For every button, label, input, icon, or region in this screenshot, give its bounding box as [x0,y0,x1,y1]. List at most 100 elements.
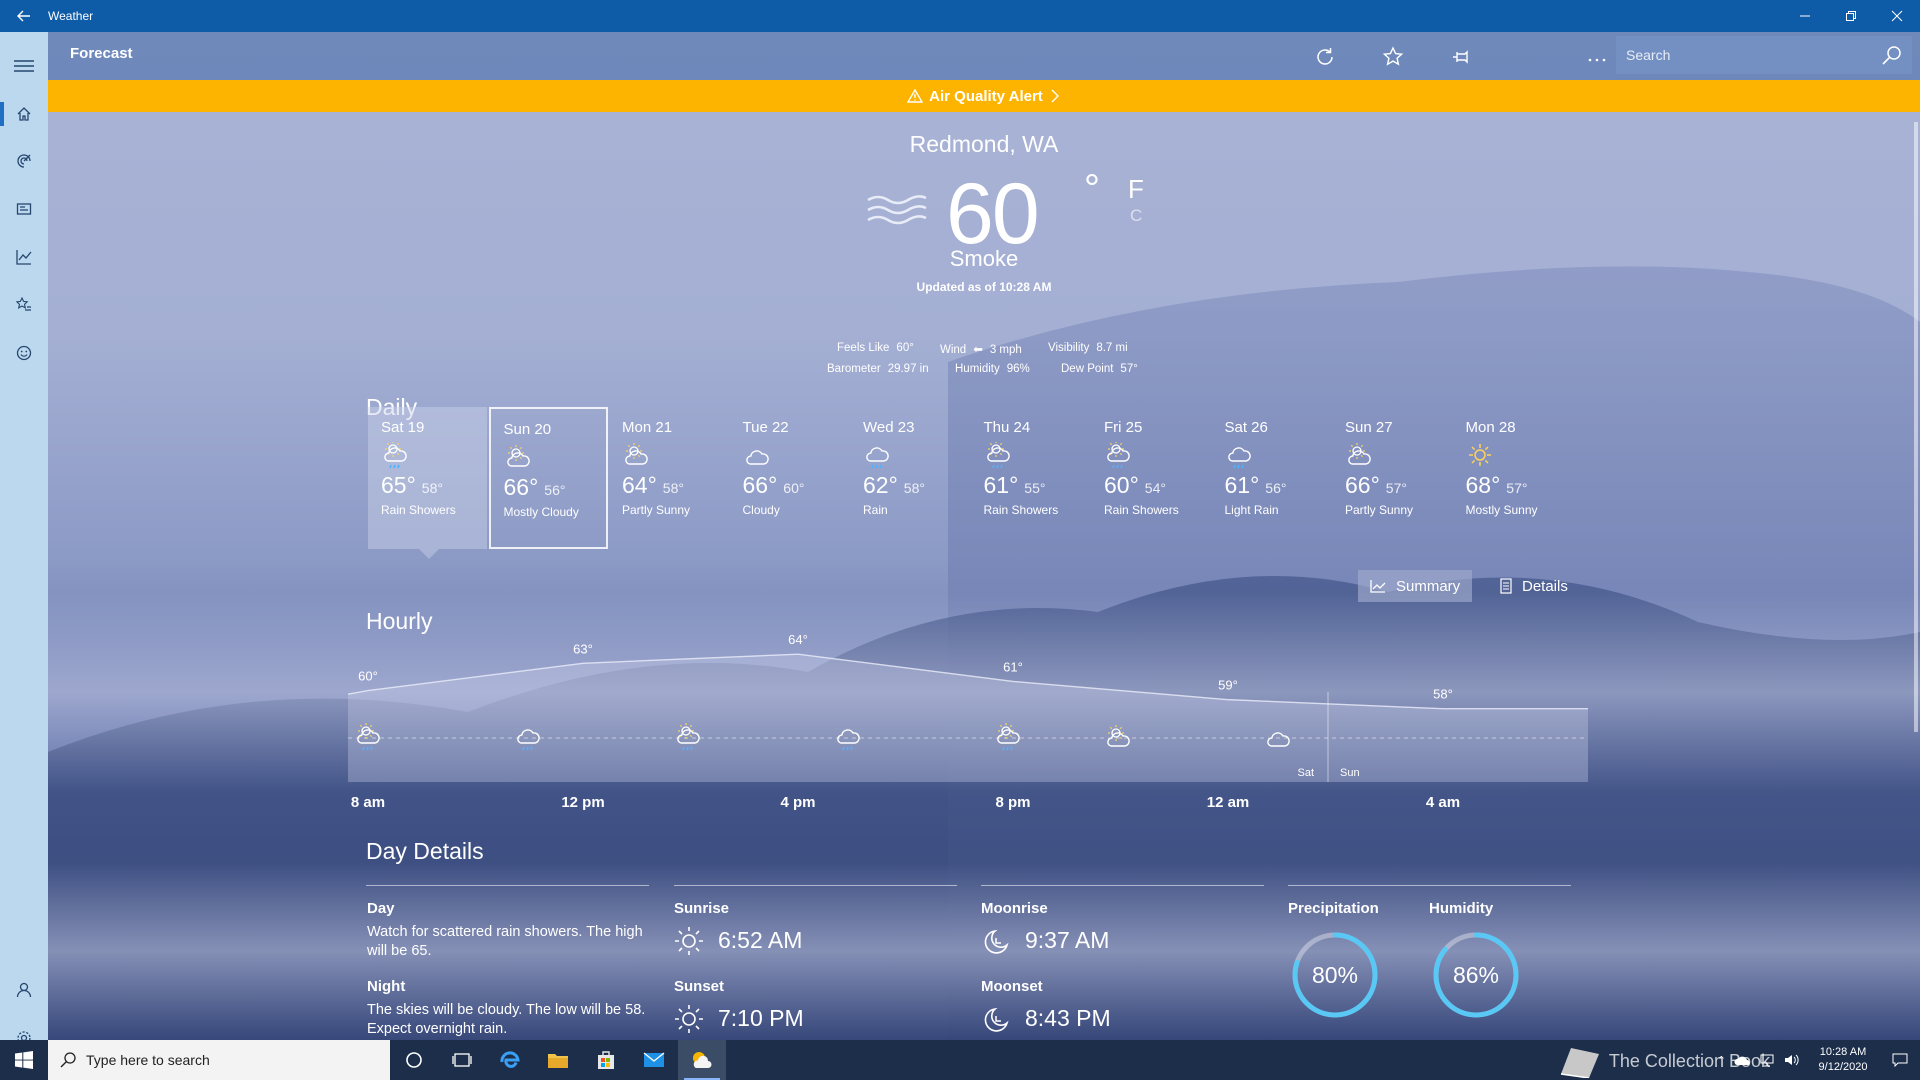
moon-icon [1527,49,1535,65]
day-card[interactable]: Wed 23 62° 58° Rain [850,407,969,549]
hour-temp-label: 58° [1433,687,1453,702]
hourly-chart: 60° 63° 64° 61° 59° 58° Sat Sun [348,632,1588,782]
clock[interactable]: 10:28 AM 9/12/2020 [1806,1045,1880,1075]
back-button[interactable] [0,0,48,32]
summary-toggle[interactable]: Summary [1358,570,1473,602]
nav-news[interactable] [0,187,48,231]
chart-icon [1370,580,1386,593]
edge-icon [500,1051,520,1068]
air-quality-alert-banner[interactable]: Air Quality Alert [48,80,1920,112]
day-date: Fri 25 [1104,419,1143,436]
day-card[interactable]: Fri 25 60° 54° Rain Showers [1091,407,1210,549]
restore-button[interactable] [1828,0,1874,32]
dew-point-value: 57° [1120,363,1138,375]
mail-icon [643,1052,665,1067]
day-card[interactable]: Sun 20 66° 56° Mostly Cloudy [488,407,608,549]
day-card[interactable]: Sun 27 66° 57° Partly Sunny [1332,407,1451,549]
day-card[interactable]: Sat 19 65° 58° Rain Showers [368,407,487,549]
visibility-label: Visibility [1048,342,1090,354]
humidity-value: 96% [1006,363,1030,375]
nav-maps[interactable] [0,139,48,183]
sun-icon [675,1005,703,1033]
day-temps: 66° 60° [743,472,836,499]
wind-arrow-icon: ⬅ [973,344,983,356]
day-low: 60° [783,480,805,496]
hour-temp-label: 64° [788,632,808,647]
day-card[interactable]: Mon 21 64° 58° Partly Sunny [609,407,728,549]
moonrise-label: Moonrise [981,900,1048,917]
weather-app-button[interactable] [678,1040,726,1080]
search-box[interactable] [1616,36,1912,74]
nav-historical[interactable] [0,235,48,279]
unit-fahrenheit[interactable]: F [1128,174,1144,205]
details-toggle[interactable]: Details [1488,570,1580,602]
day-temps: 60° 54° [1104,472,1197,499]
window-title: Weather [48,9,94,23]
task-view-button[interactable] [438,1040,486,1080]
hamburger-menu-button[interactable] [0,44,48,88]
more-button[interactable] [1584,44,1610,70]
day-card[interactable]: Thu 24 61° 55° Rain Showers [971,407,1090,549]
nav-forecast[interactable] [0,92,48,136]
volume-icon[interactable] [1784,1053,1800,1067]
rain-icon [1227,447,1251,469]
cortana-button[interactable] [390,1040,438,1080]
nav-account[interactable] [0,968,48,1012]
close-button[interactable] [1874,0,1920,32]
day-temps: 65° 58° [381,472,474,499]
day-card[interactable]: Sat 26 61° 56° Light Rain [1212,407,1331,549]
warning-icon [907,89,924,103]
scrollbar-thumb[interactable] [1914,122,1918,732]
day-condition: Mostly Cloudy [503,505,579,519]
day-low: 58° [662,480,684,496]
day-condition: Partly Sunny [1345,503,1414,517]
unit-celsius[interactable]: C [1130,206,1142,226]
day-condition: Rain Showers [381,503,456,517]
day-high: 61° [983,472,1019,498]
hour-time-label: 12 am [1206,794,1250,811]
sunset-label: Sunset [674,978,725,995]
temperature-area [348,654,1588,782]
sun-icon [675,927,703,955]
night-label: Night [367,978,406,995]
taskbar-search[interactable]: Type here to search [48,1040,390,1080]
minimize-icon [1800,15,1810,17]
refresh-button[interactable] [1312,44,1338,70]
nav-favorites[interactable] [0,283,48,327]
pin-button[interactable] [1448,44,1474,70]
nav-life[interactable] [0,331,48,375]
day-card[interactable]: Tue 22 66° 60° Cloudy [730,407,849,549]
command-bar: Forecast [48,32,1920,80]
windows-logo-icon [15,1051,33,1069]
store-button[interactable] [582,1040,630,1080]
mail-button[interactable] [630,1040,678,1080]
cortana-icon [406,1052,422,1068]
day-date: Wed 23 [863,419,915,436]
smiley-icon [16,345,32,361]
moonset-time: 8:43 PM [1025,1005,1111,1031]
file-explorer-button[interactable] [534,1040,582,1080]
search-icon[interactable] [1882,45,1902,65]
day-high: 61° [1224,472,1260,498]
search-input[interactable] [1626,47,1866,63]
humidity-detail-value: 86% [1452,962,1500,988]
start-button[interactable] [0,1040,48,1080]
pin-icon [1453,50,1468,64]
book-logo-icon [1560,1048,1599,1078]
edge-button[interactable] [486,1040,534,1080]
action-center-button[interactable] [1880,1053,1920,1067]
humidity-detail-label: Humidity [1429,900,1494,917]
hamburger-icon [14,60,34,72]
location-name: Redmond, WA [909,131,1059,157]
sun-rain-icon [1107,442,1130,469]
day-low: 57° [1506,480,1528,496]
cloud-sun-icon [625,443,648,465]
day-card[interactable]: Mon 28 68° 57° Mostly Sunny [1453,407,1572,549]
minimize-button[interactable] [1782,0,1828,32]
notification-icon [1892,1053,1908,1067]
back-arrow-icon [17,10,30,22]
dew-point-label: Dew Point [1061,363,1114,375]
theme-button[interactable] [1516,44,1542,70]
hour-temp-label: 61° [1003,659,1023,674]
favorite-button[interactable] [1380,44,1406,70]
